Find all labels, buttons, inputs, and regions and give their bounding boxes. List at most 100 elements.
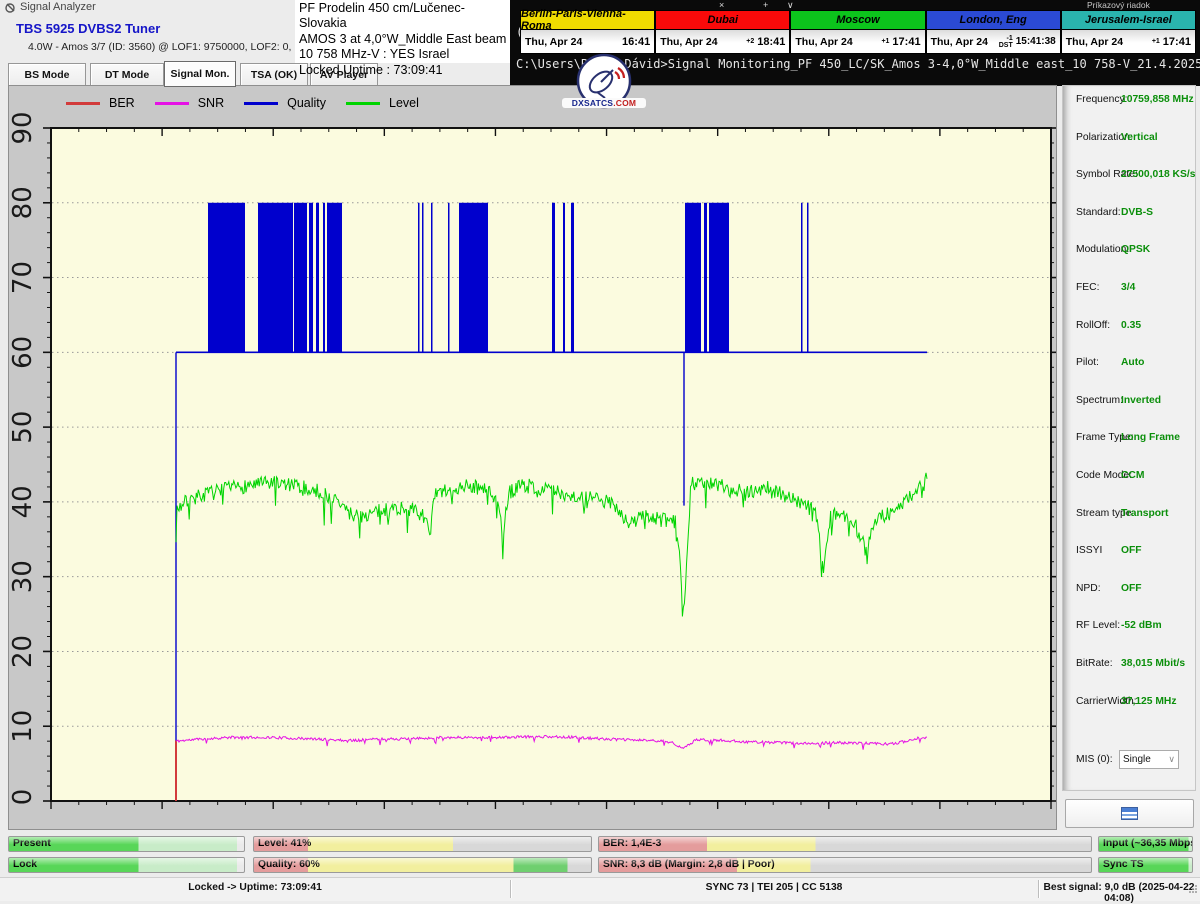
svg-text:30: 30 [9, 560, 38, 593]
param-row: CarrierWidth:37,125 MHz [1063, 696, 1195, 712]
param-value: Long Frame [1121, 432, 1180, 443]
param-row: Stream type:Transport [1063, 508, 1195, 524]
world-clocks-bar: Berlin-Paris-Vienna-Roma Thu, Apr 24 16:… [520, 10, 1196, 54]
tab-dt-mode[interactable]: DT Mode [90, 63, 164, 86]
input-indicator: Input (~36,35 Mbps) [1098, 836, 1193, 852]
svg-text:80: 80 [9, 186, 38, 219]
signal-chart-panel: BER SNR Quality Level 010203040506070809… [8, 85, 1057, 830]
logo-text-suffix: .COM [613, 98, 636, 108]
param-row: Standard:DVB-S [1063, 207, 1195, 223]
info-line-frequency: 10 758 MHz-V : YES Israel [299, 47, 511, 62]
clock-time: 17:41 [1163, 36, 1191, 48]
clock-london: London, Eng Thu, Apr 24 -1DST 15:41:38 [926, 10, 1061, 54]
save-icon [1121, 807, 1138, 820]
console-title: Príkazový riadok [1087, 0, 1150, 10]
param-label: RollOff: [1076, 320, 1110, 331]
dxsatcs-logo: DXSATCS.COM [568, 52, 640, 114]
clock-city-label: Jerusalem-Israel [1085, 14, 1172, 26]
clock-moscow: Moscow Thu, Apr 24 +1 17:41 [790, 10, 925, 54]
tab-signal-mon[interactable]: Signal Mon. [164, 61, 236, 87]
clock-date: Thu, Apr 24 [1066, 36, 1123, 48]
clock-berlin-paris-vienna-roma: Berlin-Paris-Vienna-Roma Thu, Apr 24 16:… [520, 10, 655, 54]
param-label: ISSYI [1076, 545, 1102, 556]
statusbar: Locked -> Uptime: 73:09:41 SYNC 73 | TEI… [0, 877, 1200, 901]
param-value: 10759,858 MHz [1121, 94, 1194, 105]
resize-grip[interactable] [1188, 884, 1198, 894]
param-row: Frequency:10759,858 MHz [1063, 94, 1195, 110]
param-value: Inverted [1121, 395, 1161, 406]
svg-text:40: 40 [9, 485, 38, 518]
clock-city-label: Moscow [836, 14, 879, 26]
param-row: RollOff: 0.35 [1063, 320, 1195, 336]
clock-dubai: Dubai Thu, Apr 24 +2 18:41 [655, 10, 790, 54]
param-value: Auto [1121, 357, 1144, 368]
sync-ts-indicator: Sync TS [1098, 857, 1193, 873]
info-line-antenna: PF Prodelin 450 cm/Lučenec-Slovakia [299, 1, 511, 32]
clock-date: Thu, Apr 24 [931, 36, 988, 48]
param-value: 27500,018 KS/s [1121, 169, 1195, 180]
param-label: Pilot: [1076, 357, 1099, 368]
param-row: Modulation:QPSK [1063, 244, 1195, 260]
param-label: RF Level: [1076, 620, 1120, 631]
param-row: Spectrum:Inverted [1063, 395, 1195, 411]
clock-city-label: London, Eng [960, 14, 1027, 26]
statusbar-best-signal: Best signal: 9,0 dB (2025-04-22 04:08) [1039, 882, 1199, 904]
mis-selected-value: Single [1123, 754, 1151, 765]
param-label: Standard: [1076, 207, 1121, 218]
statusbar-sync-counters: SYNC 73 | TEI 205 | CC 5138 [511, 882, 1037, 893]
tuner-name: TBS 5925 DVBS2 Tuner [16, 21, 160, 36]
clock-city-label: Dubai [708, 14, 739, 26]
statusbar-uptime: Locked -> Uptime: 73:09:41 [0, 882, 510, 893]
param-row: Code Mode:CCM [1063, 470, 1195, 486]
svg-text:50: 50 [9, 411, 38, 444]
param-row: FEC:3/4 [1063, 282, 1195, 298]
param-value: 3/4 [1121, 282, 1135, 293]
param-row: NPD: OFF [1063, 583, 1195, 599]
param-value: DVB-S [1121, 207, 1153, 218]
antenna-info-block: PF Prodelin 450 cm/Lučenec-Slovakia AMOS… [295, 0, 511, 63]
param-value: Vertical [1121, 132, 1158, 143]
svg-text:60: 60 [9, 336, 38, 369]
clock-dst: DST [999, 42, 1013, 49]
clock-date: Thu, Apr 24 [525, 36, 582, 48]
mis-label: MIS (0): [1076, 754, 1113, 765]
tab-bs-mode[interactable]: BS Mode [8, 63, 86, 86]
logo-text-main: DXSATCS [572, 98, 613, 108]
param-row: RF Level:-52 dBm [1063, 620, 1195, 636]
signal-parameters-panel: Frequency:10759,858 MHz Polarization:Vert… [1062, 85, 1196, 791]
signal-history-chart: 0102030405060708090 [9, 86, 1056, 829]
mis-select[interactable]: Single∨ [1119, 750, 1179, 769]
clock-offset: +1 [881, 38, 889, 45]
param-row: Polarization:Vertical [1063, 132, 1195, 148]
param-row: ISSYI OFF [1063, 545, 1195, 561]
param-value: Transport [1121, 508, 1169, 519]
param-label: NPD: [1076, 583, 1101, 594]
clock-city-label: Berlin-Paris-Vienna-Roma [521, 8, 654, 32]
info-line-satellite: AMOS 3 at 4,0°W_Middle East beam [299, 32, 511, 47]
param-label: Frequency: [1076, 94, 1128, 105]
clock-time: 16:41 [622, 36, 650, 48]
param-label: Spectrum: [1076, 395, 1123, 406]
param-value: 0.35 [1121, 320, 1141, 331]
param-value: CCM [1121, 470, 1144, 481]
param-label: BitRate: [1076, 658, 1113, 669]
clock-time: 17:41 [892, 36, 920, 48]
clock-offset: -1 [1006, 35, 1012, 42]
param-value: OFF [1121, 583, 1142, 594]
console-plus-button[interactable]: + [763, 0, 768, 10]
tab-tsa[interactable]: TSA (OK) [240, 63, 308, 86]
clock-offset: +1 [1152, 38, 1160, 45]
info-line-uptime: Locked Uptime : 73:09:41 [299, 63, 511, 78]
svg-text:20: 20 [9, 635, 38, 668]
svg-text:70: 70 [9, 261, 38, 294]
param-row: BitRate:38,015 Mbit/s [1063, 658, 1195, 674]
window-title: Signal Analyzer [20, 1, 96, 13]
param-value: OFF [1121, 545, 1142, 556]
console-close-button[interactable]: × [719, 0, 724, 10]
param-value: 37,125 MHz [1121, 696, 1177, 707]
quality-bar: Quality: 60% [253, 857, 592, 873]
param-row: Pilot: Auto [1063, 357, 1195, 373]
save-button[interactable] [1065, 799, 1194, 828]
param-row: Symbol Rate:27500,018 KS/s [1063, 169, 1195, 185]
clock-jerusalem: Jerusalem-Israel Thu, Apr 24 +1 17:41 [1061, 10, 1196, 54]
